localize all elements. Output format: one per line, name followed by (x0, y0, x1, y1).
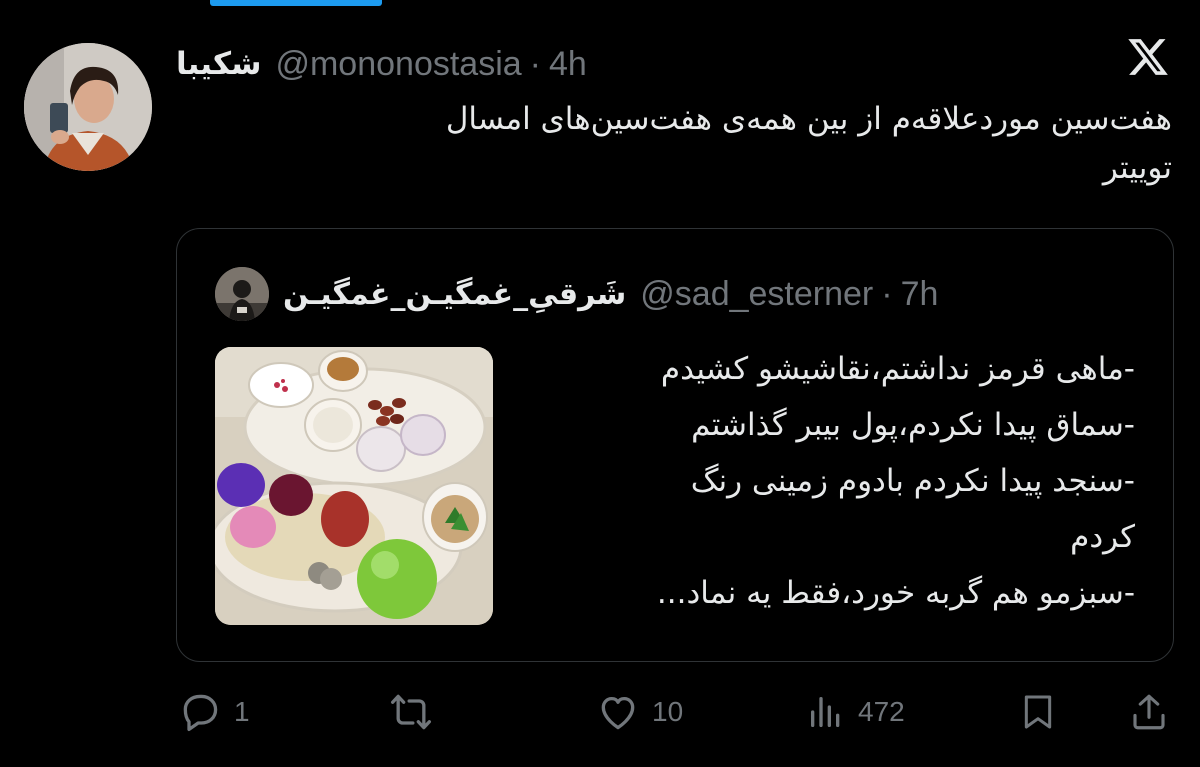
quoted-author-avatar[interactable] (215, 267, 269, 321)
quoted-tweet-line: -سبزمو هم گربه خورد،فقط یه نماد... (656, 575, 1135, 611)
quoted-tweet-card[interactable]: شَرقیِ_غمگیـن_غمگیـن @sad_esterner · 7h (176, 228, 1174, 662)
share-button[interactable] (1128, 684, 1170, 740)
bookmark-icon (1018, 690, 1058, 734)
views-count: 472 (858, 696, 905, 727)
quoted-tweet-header: شَرقیِ_غمگیـن_غمگیـن @sad_esterner · 7h (215, 265, 938, 323)
separator-dot: · (529, 44, 541, 83)
author-display-name[interactable]: شکیبا (176, 46, 261, 82)
quoted-author-display-name[interactable]: شَرقیِ_غمگیـن_غمگیـن (283, 277, 626, 312)
like-button[interactable]: 10 (596, 684, 683, 740)
tweet-actions-bar: 1 10 472 (0, 684, 1200, 740)
quoted-tweet-line: -سماق پیدا نکردم،پول بیبر گذاشتم (691, 407, 1135, 443)
retweet-icon (388, 690, 434, 734)
quoted-tweet-line: کردم (1070, 519, 1135, 555)
author-handle[interactable]: @mononostasia (275, 45, 521, 84)
x-logo-icon[interactable] (1126, 35, 1170, 79)
quoted-tweet-timestamp[interactable]: 7h (901, 275, 939, 314)
separator-dot: · (881, 274, 893, 313)
quoted-tweet-line: -ماهی قرمز نداشتم،نقاشیشو کشیدم (660, 351, 1135, 387)
tweet-header: شکیبا @mononostasia · 4h (176, 40, 587, 88)
author-avatar[interactable] (24, 43, 152, 171)
quoted-tweet-line: -سنجد پیدا نکردم بادوم زمینی رنگ (690, 463, 1135, 499)
reply-button[interactable]: 1 (178, 684, 250, 740)
scroll-indicator (210, 0, 382, 6)
quoted-author-handle[interactable]: @sad_esterner (640, 275, 873, 314)
views-button[interactable]: 472 (806, 684, 905, 740)
views-icon (806, 690, 846, 734)
tweet-timestamp[interactable]: 4h (549, 45, 587, 84)
like-count: 10 (652, 696, 684, 727)
reply-count: 1 (234, 696, 250, 727)
bookmark-button[interactable] (1018, 684, 1058, 740)
tweet-text: هفت‌سین موردعلاقه‌م از بین همه‌ی هفت‌سین… (445, 101, 1172, 186)
share-icon (1128, 690, 1170, 734)
reply-icon (178, 690, 222, 734)
retweet-button[interactable] (388, 684, 434, 740)
quoted-tweet-image[interactable] (215, 347, 493, 625)
like-icon (596, 690, 640, 734)
quoted-tweet-text: -ماهی قرمز نداشتم،نقاشیشو کشیدم -سماق پی… (515, 341, 1135, 621)
